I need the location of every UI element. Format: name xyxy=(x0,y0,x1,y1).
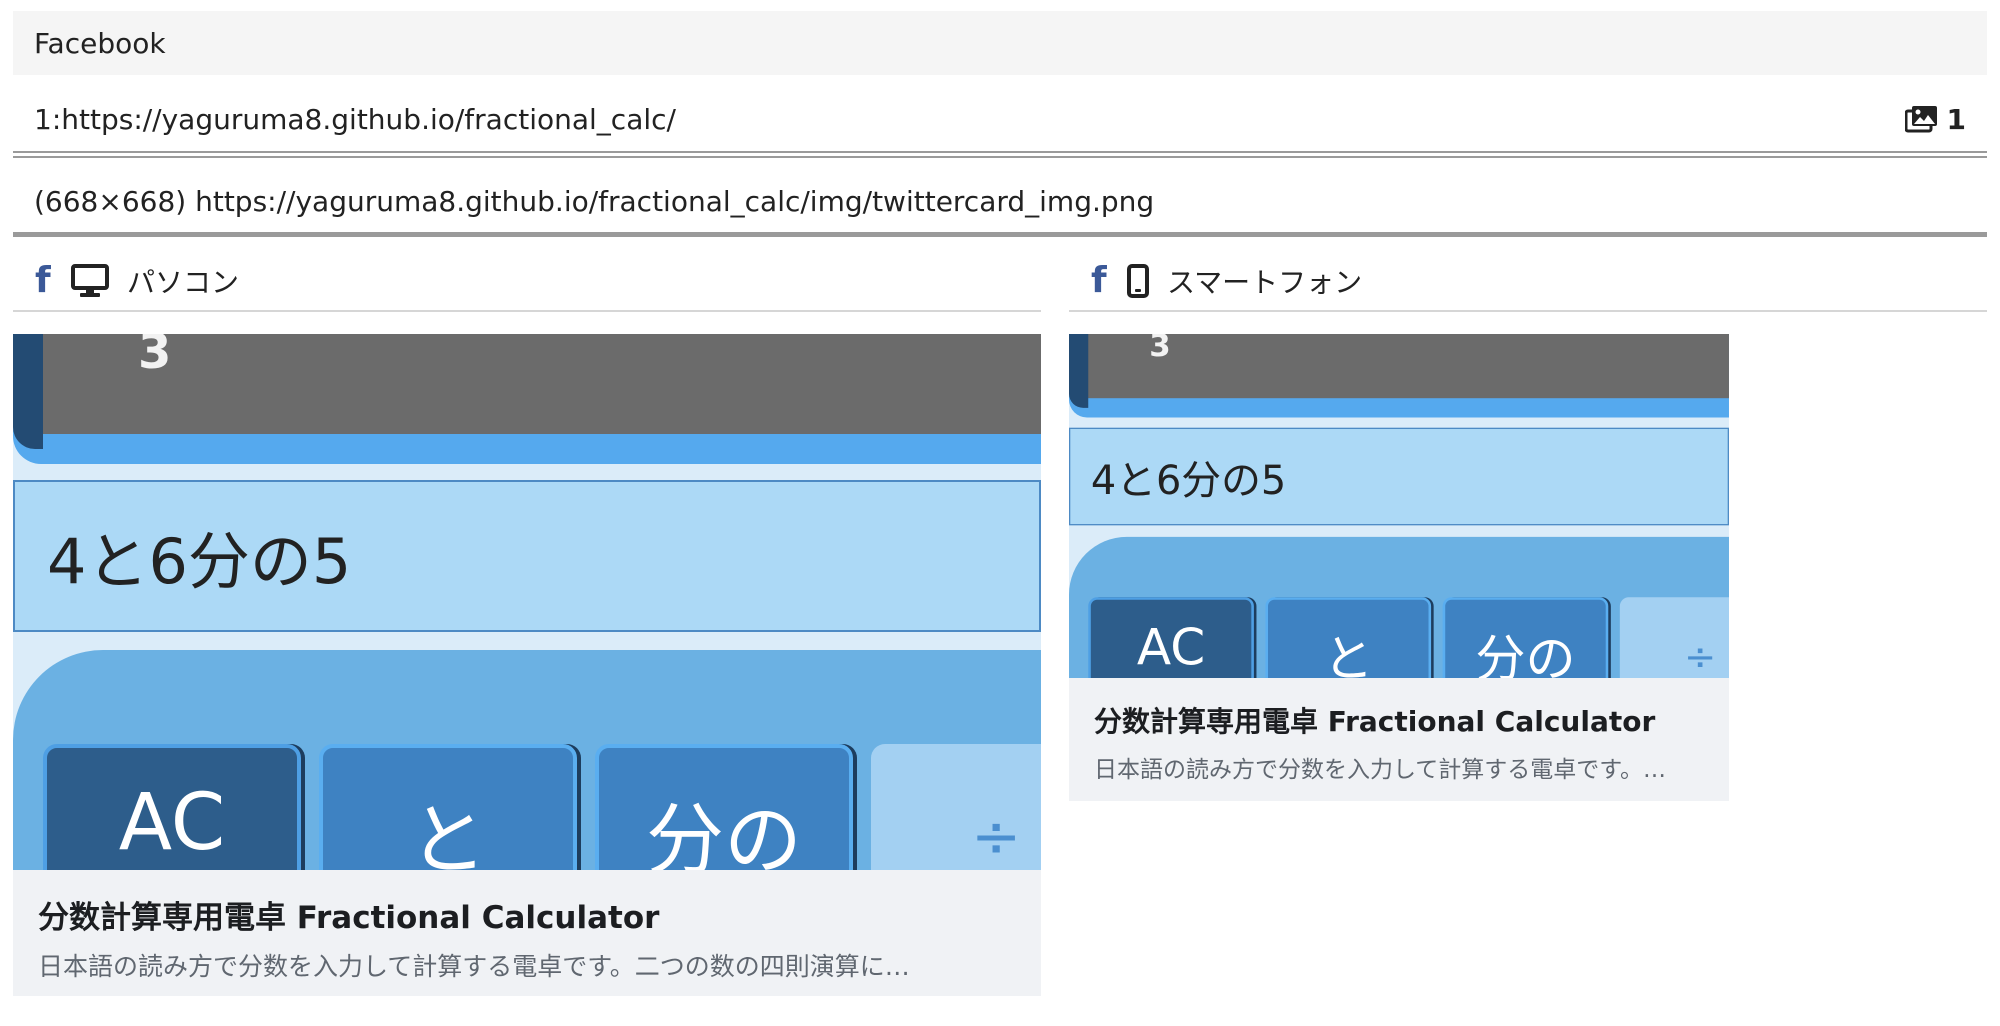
preview-lcd-digit: 3 xyxy=(1149,334,1171,364)
facebook-icon: f xyxy=(1091,260,1107,301)
section-label-smartphone: スマートフォン xyxy=(1167,266,1363,299)
divider xyxy=(13,151,1987,158)
section-label-pc: パソコン xyxy=(127,266,240,299)
card-description: 日本語の読み方で分数を入力して計算する電卓です。二つの数の四則演算に… xyxy=(38,952,910,981)
platform-header: Facebook xyxy=(13,11,1987,75)
preview-key-bunno: 分の xyxy=(1442,597,1609,678)
images-icon xyxy=(1904,106,1937,133)
image-count-badge: 1 xyxy=(1904,102,1966,136)
preview-image: 3 4と6分の5 AC と 分の ÷ xyxy=(13,334,1041,870)
image-url[interactable]: (668×668) https://yaguruma8.github.io/fr… xyxy=(34,185,1154,218)
preview-key-ac: AC xyxy=(43,744,301,870)
image-count: 1 xyxy=(1946,102,1966,136)
page-url-row: 1:https://yaguruma8.github.io/fractional… xyxy=(13,88,1987,150)
desktop-icon xyxy=(71,264,109,297)
preview-key-to: と xyxy=(319,744,577,870)
preview-image: 3 4と6分の5 AC と 分の ÷ xyxy=(1069,334,1729,678)
preview-readout: 4と6分の5 xyxy=(13,480,1041,632)
image-info-row: (668×668) https://yaguruma8.github.io/fr… xyxy=(13,170,1987,232)
preview-key-ac: AC xyxy=(1088,597,1254,678)
section-header-pc: f パソコン xyxy=(13,252,1041,312)
divider xyxy=(13,232,1987,237)
preview-key-divide: ÷ xyxy=(1619,597,1729,678)
preview-key-to: と xyxy=(1265,597,1432,678)
preview-readout: 4と6分の5 xyxy=(1069,427,1729,526)
link-preview-card-pc[interactable]: 3 4と6分の5 AC と 分の ÷ 分数計算専用電卓 Fractional C… xyxy=(13,334,1041,996)
link-preview-card-smartphone[interactable]: 3 4と6分の5 AC と 分の ÷ 分数計算専用電卓 Fractional C… xyxy=(1069,334,1729,801)
card-title[interactable]: 分数計算専用電卓 Fractional Calculator xyxy=(38,892,1016,937)
platform-title: Facebook xyxy=(34,26,166,60)
facebook-icon: f xyxy=(35,260,51,301)
preview-lcd-digit: 3 xyxy=(138,334,172,380)
preview-key-bunno: 分の xyxy=(595,744,853,870)
card-description: 日本語の読み方で分数を入力して計算する電卓です。… xyxy=(1094,757,1667,783)
page-url[interactable]: 1:https://yaguruma8.github.io/fractional… xyxy=(34,103,676,136)
smartphone-icon xyxy=(1127,264,1149,298)
section-header-smartphone: f スマートフォン xyxy=(1069,252,1987,312)
card-title[interactable]: 分数計算専用電卓 Fractional Calculator xyxy=(1094,700,1704,740)
preview-key-divide: ÷ xyxy=(871,744,1041,870)
